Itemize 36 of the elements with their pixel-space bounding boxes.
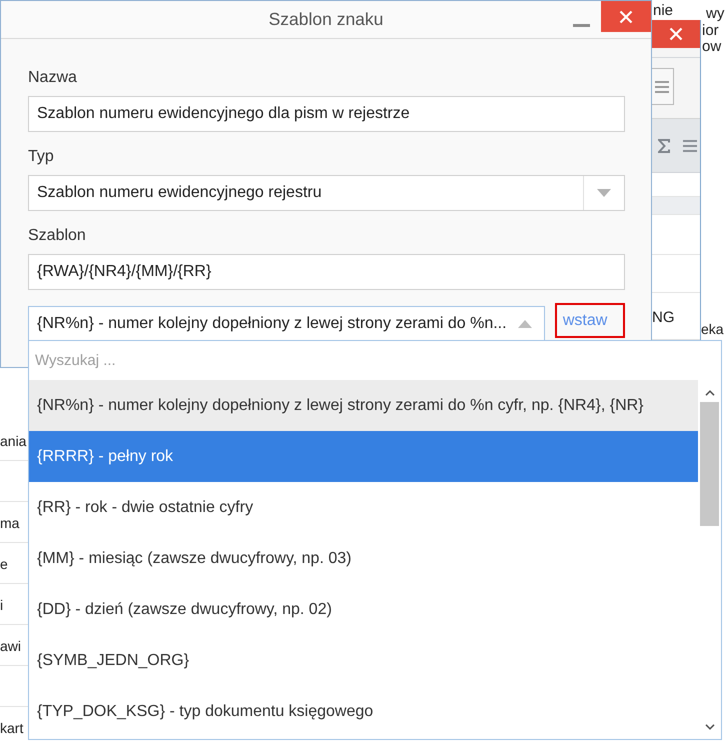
field-label: Szablon (28, 227, 86, 245)
menu-icon (683, 140, 697, 152)
minimize-icon (572, 24, 590, 27)
background-text: kart (0, 720, 24, 736)
close-icon (669, 27, 683, 41)
background-text: wy (706, 6, 724, 22)
background-text: ma (0, 515, 20, 532)
dialog-title: Szablon znaku (268, 9, 384, 30)
background-text: ania (0, 433, 26, 450)
background-text: i (0, 597, 4, 614)
scrollbar-thumb[interactable] (700, 402, 719, 526)
background-text: e (0, 556, 8, 572)
background-text: ow (702, 39, 722, 55)
text-field[interactable]: Szablon numeru ewidencyjnego dla pism w rejestrze (28, 96, 625, 132)
dropdown-option[interactable]: {NR%n} - numer kolejny dopełniony z lewej strony zerami do %n cyfr, np. {NR4}, {NR} (29, 380, 698, 431)
scroll-down-icon[interactable] (704, 724, 714, 730)
scroll-up-icon[interactable] (704, 390, 714, 396)
close-button[interactable] (652, 20, 700, 48)
background-text: nie (653, 3, 674, 19)
dropdown-option[interactable]: {RRRR} - pełny rok (29, 431, 698, 482)
combo-field[interactable]: {NR%n} - numer kolejny dopełniony z lewej strony zerami do %n... (28, 306, 545, 341)
caret-down-icon (597, 189, 611, 197)
field-label: Nazwa (28, 69, 77, 87)
close-icon (619, 10, 633, 24)
background-text: NG (652, 308, 674, 326)
select-field[interactable]: Szablon numeru ewidencyjnego rejestru (28, 175, 625, 211)
background-text: ior (702, 23, 719, 39)
sum-icon (658, 138, 670, 152)
menu-icon (655, 80, 669, 92)
menu-button[interactable] (652, 68, 674, 105)
text-field[interactable]: {RWA}/{NR4}/{MM}/{RR} (28, 254, 625, 290)
field-label: Typ (28, 148, 54, 166)
caret-up-icon (518, 320, 532, 328)
background-text: eka (701, 321, 724, 337)
background-text: awi (0, 638, 22, 654)
close-button[interactable] (601, 1, 651, 32)
